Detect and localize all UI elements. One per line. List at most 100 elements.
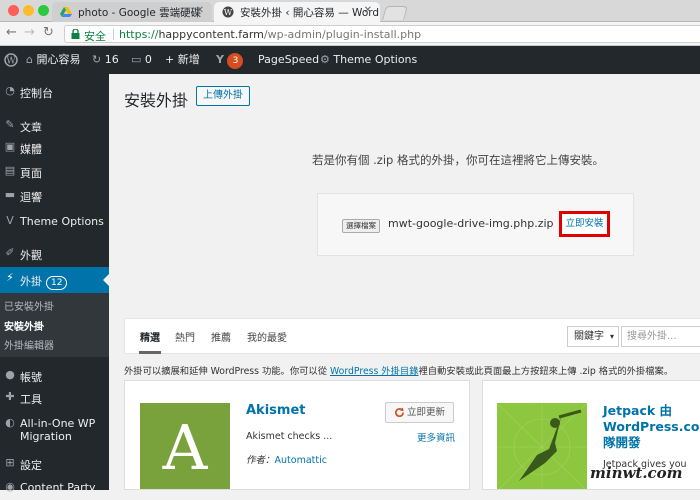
plugins-submenu: 已安裝外掛 安裝外掛 外掛編輯器 <box>0 293 109 357</box>
sidebar-item-plugins[interactable]: ⚡ 外掛 12 <box>0 267 109 293</box>
close-window-button[interactable] <box>8 5 19 16</box>
active-tab-indicator <box>139 351 161 354</box>
tab-install-plugins[interactable]: W 安裝外掛 ‹ 開心容易 — WordPr ✕ <box>214 2 380 22</box>
updates-count: 16 <box>104 53 119 66</box>
install-now-button[interactable]: 立即安裝 <box>559 211 610 237</box>
upload-plugin-button[interactable]: 上傳外掛 <box>196 86 250 106</box>
yoast-icon: Y <box>216 53 224 66</box>
watermark: minwt.com <box>590 464 683 482</box>
plugin-filter-bar: 精選 熱門 推薦 我的最愛 關鍵字 ▾ 搜尋外掛... <box>124 318 700 354</box>
browser-tab-bar: photo - Google 雲端硬碟 ✕ W 安裝外掛 ‹ 開心容易 — Wo… <box>0 0 700 22</box>
new-content-link[interactable]: + 新增 <box>165 46 200 74</box>
sidebar-item-users[interactable]: ● 帳號 <box>0 364 109 388</box>
akismet-logo[interactable]: A <box>140 403 230 489</box>
forward-arrow-icon[interactable]: → <box>24 25 35 40</box>
sidebar-item-label: 工具 <box>20 393 42 406</box>
zoom-window-button[interactable] <box>38 5 49 16</box>
url-separator <box>113 29 114 40</box>
submenu-installed-plugins[interactable]: 已安裝外掛 <box>4 298 54 313</box>
url-bar[interactable]: 安全 https://happycontent.farm/wp-admin/pl… <box>64 25 700 43</box>
search-type-value: 關鍵字 <box>574 331 604 342</box>
sidebar-item-label: 迴響 <box>20 191 42 204</box>
author-link[interactable]: Automattic <box>275 455 327 466</box>
wordpress-logo-icon[interactable]: W <box>4 46 18 74</box>
update-now-button[interactable]: 立即更新 <box>385 402 454 423</box>
updates-link[interactable]: ↻ 16 <box>92 46 119 74</box>
sidebar-item-posts[interactable]: ✎ 文章 <box>0 114 109 138</box>
yoast-seo-link[interactable]: Y 3 <box>216 46 244 74</box>
chevron-down-icon: ▾ <box>609 332 614 341</box>
close-tab-icon[interactable]: ✕ <box>196 5 204 16</box>
theme-options-link[interactable]: ⚙ Theme Options <box>320 46 417 74</box>
home-icon: ⌂ <box>26 53 33 66</box>
page-icon: ▤ <box>4 164 16 177</box>
plugin-update-count: 12 <box>46 276 68 290</box>
search-plugins-input[interactable]: 搜尋外掛... <box>621 326 700 347</box>
sidebar-item-appearance[interactable]: ✐ 外觀 <box>0 242 109 266</box>
plugin-name[interactable]: Jetpack 由 WordPress.com 隊開發 <box>603 403 700 451</box>
content-party-icon: ◉ <box>5 480 15 493</box>
submenu-add-plugins[interactable]: 安裝外掛 <box>4 318 44 333</box>
sidebar-item-settings[interactable]: ⊞ 設定 <box>0 452 109 476</box>
sidebar-item-label-wrap: 外掛 12 <box>20 273 68 290</box>
jetpack-logo[interactable] <box>497 403 587 489</box>
plugin-directory-link[interactable]: WordPress 外掛目錄 <box>330 366 419 377</box>
tab-featured[interactable]: 精選 <box>140 329 160 344</box>
tab-popular[interactable]: 熱門 <box>175 329 195 344</box>
url-host: happycontent.farm <box>158 28 264 41</box>
svg-text:W: W <box>6 57 16 67</box>
dashboard-icon: ◔ <box>5 84 15 97</box>
update-now-label: 立即更新 <box>406 407 445 418</box>
search-type-select[interactable]: 關鍵字 ▾ <box>567 326 619 347</box>
sidebar-item-all-in-one-wp-migration[interactable]: ◐ All-in-One WP Migration <box>0 412 109 446</box>
upload-help-text: 若是你有個 .zip 格式的外掛，你可在這裡將它上傳安裝。 <box>312 153 604 167</box>
site-name-link[interactable]: ⌂ 開心容易 <box>26 46 80 74</box>
gear-icon: ⚙ <box>320 53 330 66</box>
migration-icon: ◐ <box>5 416 15 429</box>
sidebar-item-label: 控制台 <box>20 87 53 100</box>
url-text[interactable]: https://happycontent.farm/wp-admin/plugi… <box>119 28 421 41</box>
back-arrow-icon[interactable]: ← <box>6 25 17 40</box>
pin-icon: ✎ <box>5 118 15 131</box>
updates-icon: ↻ <box>92 53 102 66</box>
sidebar-item-label: 頁面 <box>20 167 42 180</box>
close-tab-icon[interactable]: ✕ <box>364 5 372 16</box>
tab-title: photo - Google 雲端硬碟 <box>78 7 202 19</box>
tab-google-drive[interactable]: photo - Google 雲端硬碟 ✕ <box>52 2 212 22</box>
plugin-card-akismet: A Akismet 立即更新 Akismet checks ... 更多資訊 作… <box>124 380 470 490</box>
selected-file-name: mwt-google-drive-img.php.zip <box>388 217 554 230</box>
sidebar-item-media[interactable]: ▣ 媒體 <box>0 136 109 160</box>
reload-icon[interactable]: ↻ <box>43 25 54 40</box>
admin-sidebar: ◔ 控制台 ✎ 文章 ▣ 媒體 ▤ 頁面 ▬ 迴響 V Theme Option… <box>0 74 109 494</box>
theme-options-label: Theme Options <box>333 53 418 66</box>
new-tab-button[interactable] <box>382 6 408 20</box>
plugin-author: 作者：Automattic <box>246 452 327 466</box>
sidebar-item-label: 外掛 <box>20 275 42 288</box>
tab-title: 安裝外掛 ‹ 開心容易 — WordPr <box>240 7 380 19</box>
sidebar-item-content-party[interactable]: ◉ Content Party <box>0 476 109 500</box>
plugin-name[interactable]: Akismet <box>246 403 305 418</box>
plugin-icon: ⚡ <box>6 271 14 284</box>
more-details-link[interactable]: 更多資訊 <box>417 430 455 444</box>
sidebar-item-tools[interactable]: ✚ 工具 <box>0 386 109 410</box>
tab-recommended[interactable]: 推薦 <box>211 329 231 344</box>
appearance-icon: ✐ <box>5 246 15 259</box>
sidebar-item-comments[interactable]: ▬ 迴響 <box>0 184 109 208</box>
plugin-description: Akismet checks ... <box>246 431 333 442</box>
submenu-plugin-editor[interactable]: 外掛編輯器 <box>4 337 54 352</box>
svg-text:W: W <box>224 8 233 17</box>
pagespeed-link[interactable]: PageSpeed <box>258 46 319 74</box>
sidebar-item-label: All-in-One WP Migration <box>20 417 96 443</box>
tab-favorites[interactable]: 我的最愛 <box>247 329 287 344</box>
sidebar-item-label: Theme Options <box>20 215 104 228</box>
choose-file-button[interactable]: 選擇檔案 <box>342 219 380 233</box>
comments-link[interactable]: ▭ 0 <box>131 46 152 74</box>
tools-icon: ✚ <box>5 390 15 403</box>
sidebar-item-pages[interactable]: ▤ 頁面 <box>0 160 109 184</box>
page-title: 安裝外掛 <box>124 91 189 110</box>
sidebar-item-dashboard[interactable]: ◔ 控制台 <box>0 80 109 104</box>
minimize-window-button[interactable] <box>23 5 34 16</box>
url-scheme: https:// <box>119 28 159 41</box>
lock-icon <box>71 29 80 39</box>
sidebar-item-theme-options[interactable]: V Theme Options <box>0 210 109 234</box>
